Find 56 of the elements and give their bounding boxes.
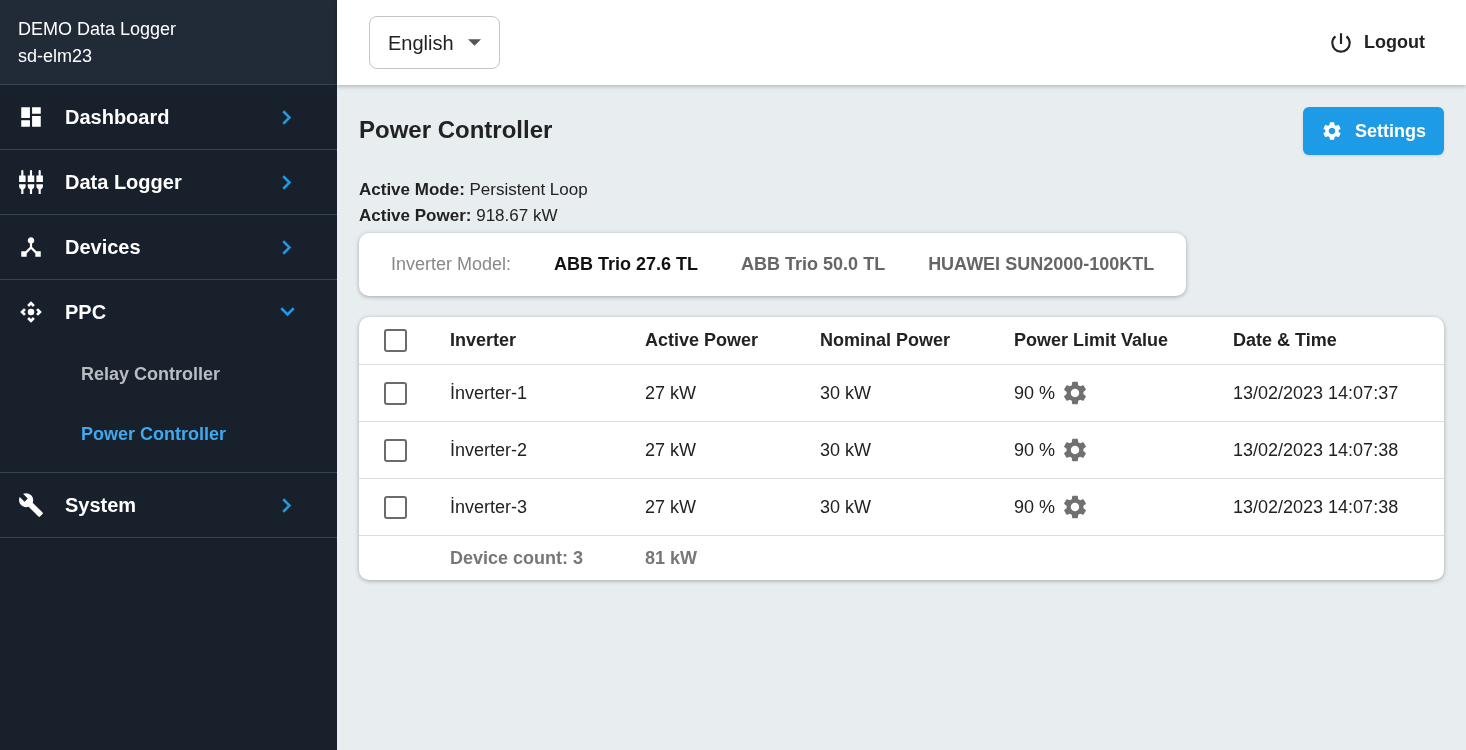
table-cell-text: İnverter-2 <box>450 438 529 462</box>
tab-bar-label: Inverter Model: <box>391 253 512 276</box>
table-cell-text: 27 kW <box>645 381 697 405</box>
column-header: Date & Time <box>1233 329 1338 352</box>
chevron-right-icon <box>282 239 292 255</box>
chevron-right-icon <box>282 174 292 190</box>
table-cell-text: 27 kW <box>645 495 697 519</box>
table-cell-text: 90 % <box>1014 438 1056 462</box>
table-cell-text: 13/02/2023 14:07:38 <box>1233 438 1400 462</box>
nav-item[interactable]: Data Logger <box>0 150 337 214</box>
model-tab[interactable]: ABB Trio 50.0 TL <box>741 251 886 278</box>
table-footer-cell-text: Device count: 3 <box>450 546 585 570</box>
nav-subitem[interactable]: Relay Controller <box>81 360 221 388</box>
app-title: DEMO Data Logger <box>18 18 178 41</box>
nav-subitem[interactable]: Power Controller <box>81 420 227 448</box>
dropdown-arrow-icon <box>467 39 481 46</box>
nav-item[interactable]: System <box>0 473 337 537</box>
table-cell-text: 90 % <box>1014 495 1056 519</box>
table-cell-text: 27 kW <box>645 438 697 462</box>
dashboard-icon <box>18 104 44 130</box>
column-header: Power Limit Value <box>1014 329 1170 352</box>
table-cell-text: 13/02/2023 14:07:37 <box>1233 381 1400 405</box>
table-cell-text: 30 kW <box>820 381 872 405</box>
column-header: Active Power <box>645 329 760 352</box>
hub-icon <box>18 234 44 260</box>
checkbox[interactable] <box>384 381 407 405</box>
model-tab[interactable]: HUAWEI SUN2000-100KTL <box>928 251 1155 278</box>
nav-item[interactable]: Dashboard <box>0 85 337 149</box>
table-footer-cell-text: 81 kW <box>645 546 699 570</box>
model-tab[interactable]: ABB Trio 27.6 TL <box>554 251 699 278</box>
column-header: Inverter <box>450 329 518 352</box>
checkbox[interactable] <box>384 438 407 462</box>
nav-item[interactable]: PPC <box>0 280 337 344</box>
checkbox[interactable] <box>384 495 407 519</box>
table-cell-text: 90 % <box>1014 381 1056 405</box>
table-cell-text: İnverter-1 <box>450 381 529 405</box>
gear-icon <box>1321 120 1343 142</box>
arrows-icon <box>18 299 44 325</box>
info-line: Active Mode: Persistent Loop <box>359 179 589 201</box>
page-title: Power Controller <box>359 115 553 145</box>
device-name: sd-elm23 <box>18 45 94 68</box>
plugs-icon <box>18 169 44 195</box>
chevron-down-icon <box>280 307 295 317</box>
table-cell-text: 30 kW <box>820 438 872 462</box>
column-header: Nominal Power <box>820 329 952 352</box>
table-cell-text: 13/02/2023 14:07:38 <box>1233 495 1400 519</box>
table-cell-text: 30 kW <box>820 495 872 519</box>
wrench-icon <box>18 492 44 518</box>
nav-item[interactable]: Devices <box>0 215 337 279</box>
logout-button[interactable]: Logout <box>1328 29 1425 56</box>
chevron-right-icon <box>282 497 292 513</box>
chevron-right-icon <box>282 109 292 125</box>
table-cell-text: İnverter-3 <box>450 495 529 519</box>
checkbox[interactable] <box>384 329 407 352</box>
info-line: Active Power: 918.67 kW <box>359 205 559 227</box>
language-select[interactable]: English <box>369 16 500 69</box>
